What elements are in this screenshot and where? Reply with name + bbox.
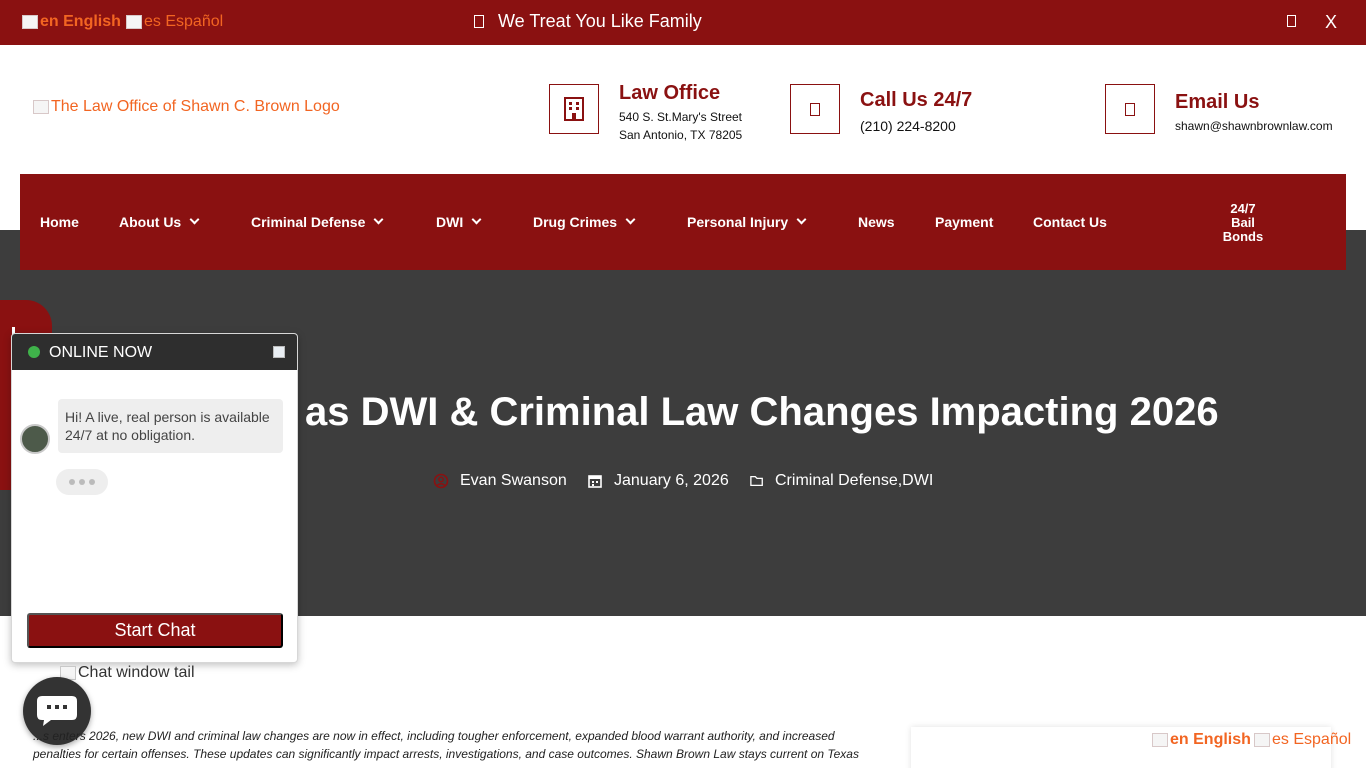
page-title: as DWI & Criminal Law Changes Impacting … [305,390,1219,434]
social-icon[interactable] [1287,15,1296,27]
x-social-icon[interactable]: X [1325,12,1337,33]
tagline: We Treat You Like Family [474,11,702,32]
phone-icon-box [790,84,840,134]
nav-label: Contact Us [1033,214,1107,230]
chevron-down-icon [625,214,636,225]
nav-label: Criminal Defense [251,214,366,230]
main-navigation: Home About Us Criminal Defense DWI Drug … [20,174,1346,270]
site-logo[interactable]: The Law Office of Shawn C. Brown Logo [33,98,340,116]
nav-personal-injury[interactable]: Personal Injury [687,214,807,230]
post-author[interactable]: Evan Swanson [433,472,567,490]
office-address-line1: 540 S. St.Mary's Street [619,110,743,124]
chat-status-text: ONLINE NOW [49,344,153,361]
nav-label: DWI [436,214,464,230]
language-spanish-link-bottom[interactable]: es Español [1254,731,1351,749]
language-spanish-label: es Español [144,13,224,30]
typing-indicator [56,469,108,495]
nav-drug-crimes[interactable]: Drug Crimes [533,214,636,230]
post-categories[interactable]: Criminal Defense,DWI [750,472,933,490]
language-english-label: en English [40,13,121,30]
top-bar: en English es Español We Treat You Like … [0,0,1366,45]
nav-contact-us[interactable]: Contact Us [1033,214,1107,230]
english-flag-icon [22,15,38,29]
user-circle-icon [433,473,449,489]
building-icon [564,97,584,121]
email-icon-box [1105,84,1155,134]
chevron-down-icon [796,214,807,225]
language-english-label: en English [1170,731,1251,748]
folder-icon [750,475,763,487]
spanish-flag-icon [126,15,142,29]
article-intro: ...s enters 2026, new DWI and criminal l… [33,729,859,761]
bail-line-3: Bonds [1222,229,1264,244]
post-categories-text: Criminal Defense,DWI [775,472,934,489]
family-icon [474,15,484,28]
tagline-text: We Treat You Like Family [498,11,702,31]
calendar-icon [588,475,602,488]
chat-message: Hi! A live, real person is available 24/… [58,399,283,453]
nav-payment[interactable]: Payment [935,214,993,230]
phone-number-link[interactable]: (210) 224-8200 [860,118,956,134]
email-address-link[interactable]: shawn@shawnbrownlaw.com [1175,119,1333,133]
nav-about-us[interactable]: About Us [119,214,200,230]
nav-label: Drug Crimes [533,214,618,230]
broken-image-icon [33,100,49,114]
language-english-link[interactable]: en English [22,13,121,31]
nav-label: Home [40,214,79,230]
office-address-line2: San Antonio, TX 78205 [619,128,743,142]
online-status-icon [28,346,40,358]
nav-home[interactable]: Home [40,214,79,230]
language-english-link-bottom[interactable]: en English [1152,731,1251,749]
chevron-down-icon [189,214,200,225]
chat-tail-alt: Chat window tail [78,664,195,681]
nav-dwi[interactable]: DWI [436,214,482,230]
nav-bail-bonds[interactable]: 24/7 Bail Bonds [1212,202,1274,244]
phone-icon [810,102,820,116]
nav-label: Personal Injury [687,214,789,230]
author-name: Evan Swanson [460,472,567,489]
site-logo-alt: The Law Office of Shawn C. Brown Logo [51,98,340,115]
chat-window: ONLINE NOW Hi! A live, real person is av… [11,333,298,663]
language-spanish-label: es Español [1272,731,1352,748]
chat-minimize-icon[interactable] [273,346,285,358]
call-us-title[interactable]: Call Us 24/7 [860,89,972,112]
language-spanish-link[interactable]: es Español [126,13,223,31]
chevron-down-icon [373,214,384,225]
nav-news[interactable]: News [858,214,895,230]
spanish-flag-icon [1254,733,1270,747]
chevron-down-icon [471,214,482,225]
bail-line-1: 24/7 [1230,201,1256,216]
nav-label: About Us [119,214,182,230]
post-date[interactable]: January 6, 2026 [587,472,729,490]
nav-label: Payment [935,214,994,230]
nav-label: News [858,214,895,230]
office-building-icon [549,84,599,134]
english-flag-icon [1152,733,1168,747]
agent-avatar [20,424,50,454]
post-date-text: January 6, 2026 [614,472,729,489]
chat-header: ONLINE NOW [12,334,297,370]
email-icon [1125,102,1135,116]
nav-criminal-defense[interactable]: Criminal Defense [251,214,384,230]
office-title: Law Office [619,82,721,104]
start-chat-button[interactable]: Start Chat [27,613,283,648]
email-us-title[interactable]: Email Us [1175,91,1259,114]
bail-line-2: Bail [1231,215,1255,230]
